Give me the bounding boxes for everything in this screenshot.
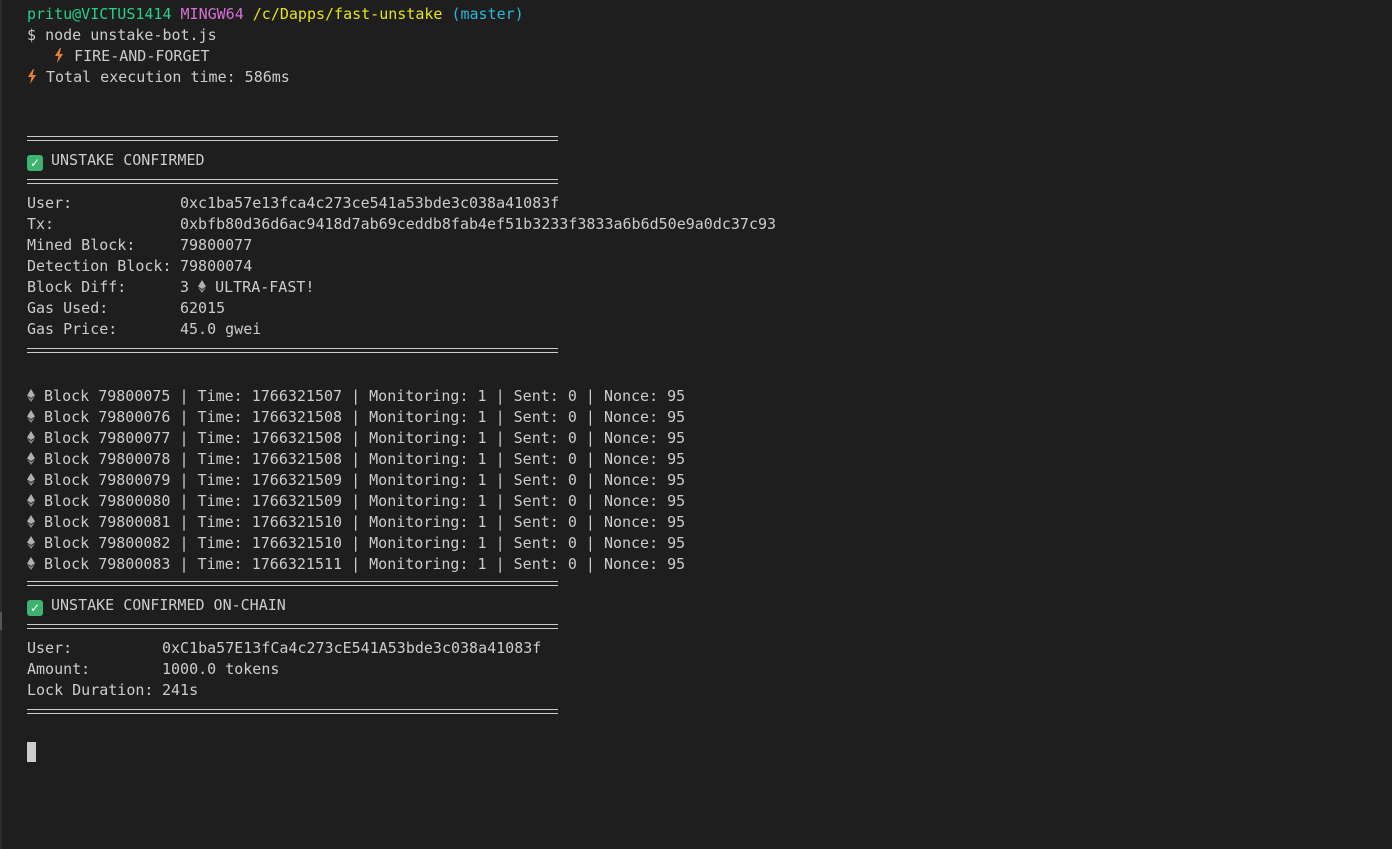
exec-time-line: Total execution time: 586ms (27, 67, 1392, 88)
block-log-text: Block 79800083 | Time: 1766321511 | Moni… (44, 555, 686, 573)
field-value: 45.0 gwei (180, 320, 262, 338)
editor-gutter (0, 0, 2, 849)
block-log-text: Block 79800076 | Time: 1766321508 | Moni… (44, 408, 686, 426)
field-value[interactable]: 0xbfb80d36d6ac9418d7ab69ceddb8fab4ef51b3… (180, 214, 776, 235)
block-log-line: Block 79800077 | Time: 1766321508 | Moni… (27, 428, 1392, 449)
field-row: Block Diff: 3 ULTRA-FAST! (27, 277, 1392, 298)
field-row: Mined Block: 79800077 (27, 235, 1392, 256)
field-value: 241s (162, 681, 199, 699)
field-key: Gas Used: (27, 299, 109, 317)
lightning-bolt-icon (55, 48, 64, 63)
field-row: Detection Block: 79800074 (27, 256, 1392, 277)
prompt-user: pritu@VICTUS1414 (27, 5, 172, 23)
gutter-marker (0, 612, 2, 630)
prompt-path: /c/Dapps/fast-unstake (252, 5, 443, 23)
ethereum-icon (27, 431, 35, 444)
lightning-bolt-icon (28, 69, 36, 84)
field-row: Gas Price: 45.0 gwei (27, 319, 1392, 340)
field-key: Mined Block: (27, 236, 136, 254)
ethereum-icon (27, 452, 35, 465)
ethereum-icon (27, 557, 35, 570)
block-log-line: Block 79800081 | Time: 1766321510 | Moni… (27, 512, 1392, 533)
input-line[interactable] (27, 741, 1392, 762)
block-diff-value: 3 (180, 278, 190, 296)
field-key: Tx: (27, 215, 55, 233)
ethereum-icon (27, 536, 35, 549)
field-value: 79800077 (180, 236, 253, 254)
prompt-branch: (master) (451, 5, 524, 23)
terminal-cursor[interactable] (27, 741, 36, 762)
block-log-line: Block 79800083 | Time: 1766321511 | Moni… (27, 554, 1392, 575)
prompt-line: pritu@VICTUS1414 MINGW64 /c/Dapps/fast-u… (27, 4, 1392, 25)
exec-time-text: Total execution time: 586ms (46, 68, 290, 86)
block-log-line: Block 79800076 | Time: 1766321508 | Moni… (27, 407, 1392, 428)
block-log-line: Block 79800080 | Time: 1766321509 | Moni… (27, 491, 1392, 512)
check-mark-icon: ✓ (27, 155, 43, 171)
block-log-line: Block 79800082 | Time: 1766321510 | Moni… (27, 533, 1392, 554)
divider-double (27, 136, 558, 141)
confirm-title: UNSTAKE CONFIRMED (51, 151, 205, 169)
field-key: Amount: (27, 660, 91, 678)
mode-line: FIRE-AND-FORGET (27, 46, 1392, 67)
divider-double (27, 581, 558, 586)
ethereum-icon (27, 410, 35, 423)
block-log-line: Block 79800078 | Time: 1766321508 | Moni… (27, 449, 1392, 470)
block-log-text: Block 79800079 | Time: 1766321509 | Moni… (44, 471, 686, 489)
block-log-text: Block 79800077 | Time: 1766321508 | Moni… (44, 429, 686, 447)
field-value: 3 ULTRA-FAST! (180, 277, 314, 298)
prompt-shell: MINGW64 (180, 5, 244, 23)
field-value[interactable]: 0xC1ba57E13fCa4c273cE541A53bde3c038a4108… (162, 638, 541, 659)
divider-double (27, 348, 558, 353)
block-log-line: Block 79800079 | Time: 1766321509 | Moni… (27, 470, 1392, 491)
field-value: 62015 (180, 299, 226, 317)
field-row: User: 0xc1ba57e13fca4c273ce541a53bde3c038… (27, 193, 1392, 214)
divider-double (27, 709, 558, 714)
ethereum-icon (27, 473, 35, 486)
field-row: User: 0xC1ba57E13fCa4c273cE541A53bde3c038… (27, 638, 1392, 659)
field-key: User: (27, 639, 73, 657)
field-row: Lock Duration: 241s (27, 680, 1392, 701)
field-key: Gas Price: (27, 320, 118, 338)
block-log-line: Block 79800075 | Time: 1766321507 | Moni… (27, 386, 1392, 407)
field-key: Block Diff: (27, 278, 127, 296)
confirm-title-line: ✓ UNSTAKE CONFIRMED (27, 150, 1392, 171)
command-text: node unstake-bot.js (45, 26, 217, 44)
confirm-title-line: ✓ UNSTAKE CONFIRMED ON-CHAIN (27, 595, 1392, 616)
field-value: 79800074 (180, 257, 253, 275)
field-key: Lock Duration: (27, 681, 154, 699)
divider-double (27, 624, 558, 629)
block-log-text: Block 79800080 | Time: 1766321509 | Moni… (44, 492, 686, 510)
block-log-text: Block 79800082 | Time: 1766321510 | Moni… (44, 534, 686, 552)
field-row: Amount: 1000.0 tokens (27, 659, 1392, 680)
field-value: 1000.0 tokens (162, 660, 280, 678)
block-log-text: Block 79800081 | Time: 1766321510 | Moni… (44, 513, 686, 531)
field-key: Detection Block: (27, 257, 172, 275)
command-line: $ node unstake-bot.js (27, 25, 1392, 46)
field-value[interactable]: 0xc1ba57e13fca4c273ce541a53bde3c038a4108… (180, 193, 559, 214)
block-diff-label: ULTRA-FAST! (215, 278, 315, 296)
ethereum-icon (27, 389, 35, 402)
field-row: Gas Used: 62015 (27, 298, 1392, 319)
block-log-text: Block 79800078 | Time: 1766321508 | Moni… (44, 450, 686, 468)
ethereum-icon (27, 515, 35, 528)
ethereum-icon (198, 280, 207, 293)
block-log-text: Block 79800075 | Time: 1766321507 | Moni… (44, 387, 686, 405)
divider-double (27, 179, 558, 184)
terminal-output[interactable]: pritu@VICTUS1414 MINGW64 /c/Dapps/fast-u… (27, 4, 1392, 762)
prompt-symbol: $ (27, 26, 37, 44)
check-mark-icon: ✓ (27, 600, 43, 616)
confirm-title: UNSTAKE CONFIRMED ON-CHAIN (51, 596, 286, 614)
field-key: User: (27, 194, 73, 212)
ethereum-icon (27, 494, 35, 507)
field-row: Tx: 0xbfb80d36d6ac9418d7ab69ceddb8fab4ef5… (27, 214, 1392, 235)
mode-text: FIRE-AND-FORGET (74, 47, 210, 65)
